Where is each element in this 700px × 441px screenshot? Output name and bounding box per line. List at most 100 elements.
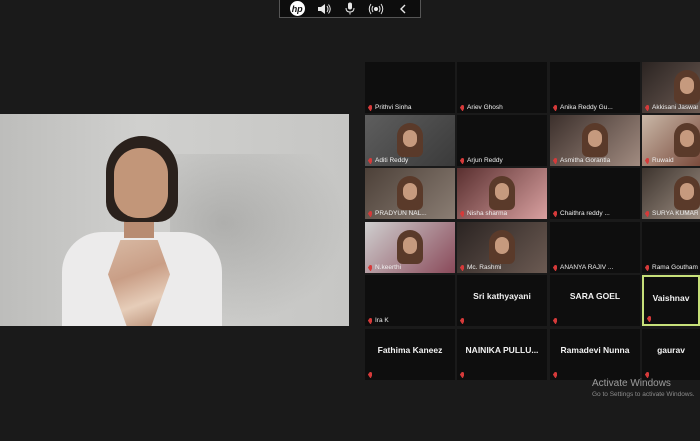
participant-name-bar: Prithvi Sinha [368, 104, 453, 111]
participant-name-bar: Chaithra reddy ... [553, 210, 638, 217]
participant-figure [397, 176, 423, 210]
participant-name: Ariev Ghosh [467, 104, 503, 111]
muted-mic-icon [645, 264, 650, 271]
participant-face [403, 237, 417, 254]
participant-name-bar: Asmitha Gorantla [553, 157, 638, 164]
participant-name-bar: Ruwaid [645, 157, 698, 164]
participant-tile[interactable]: Chaithra reddy ... [550, 168, 640, 219]
participant-tile[interactable]: NAINIKA PULLU... [457, 329, 547, 380]
participant-name-bar: Rama Gouthami [645, 264, 698, 271]
participant-display-name: NAINIKA PULLU... [465, 345, 539, 355]
participant-name: Ruwaid [652, 157, 674, 164]
participant-tile[interactable]: Rama Gouthami [642, 222, 700, 273]
meeting-toolbar: hp [279, 0, 421, 18]
muted-mic-icon [647, 316, 652, 322]
participant-name: ANANYA RAJIV ... [560, 264, 614, 271]
participant-tile[interactable]: ANANYA RAJIV ... [550, 222, 640, 273]
broadcast-icon[interactable] [367, 2, 385, 16]
participant-name-bar: Akkisani Jaswan... [645, 104, 698, 111]
participant-name: Ira K [375, 317, 389, 324]
participant-name: Akkisani Jaswan... [652, 104, 698, 111]
participant-tile[interactable]: Aditi Reddy [365, 115, 455, 166]
speaker-face [114, 148, 168, 218]
active-speaker-video[interactable] [0, 114, 349, 326]
participant-name: Rama Gouthami [652, 264, 698, 271]
participant-name-bar: Anika Reddy Gu... [553, 104, 638, 111]
participant-tile[interactable]: Ruwaid [642, 115, 700, 166]
muted-mic-icon [368, 264, 373, 271]
participant-tile[interactable]: Ramadevi Nunna [550, 329, 640, 380]
chevron-left-icon[interactable] [394, 2, 412, 16]
participant-tile[interactable]: PRADYUN NAL... [365, 168, 455, 219]
participant-name: Prithvi Sinha [375, 104, 412, 111]
watermark-subtitle: Go to Settings to activate Windows. [592, 391, 695, 398]
participant-tile[interactable]: Ira K [365, 275, 455, 326]
participant-name-bar: PRADYUN NAL... [368, 210, 453, 217]
muted-mic-icon [645, 157, 650, 164]
microphone-icon[interactable] [341, 2, 359, 16]
participant-tile[interactable]: Anika Reddy Gu... [550, 62, 640, 113]
participant-name: SURYA KUMARI... [652, 210, 698, 217]
participant-tile[interactable]: SURYA KUMARI... [642, 168, 700, 219]
participant-tile[interactable]: Vaishnav [642, 275, 700, 326]
participant-tile[interactable]: Arjun Reddy [457, 115, 547, 166]
participant-tile[interactable]: Fathima Kaneez [365, 329, 455, 380]
hp-logo-icon[interactable]: hp [288, 1, 306, 16]
participant-name-bar: N.keerthi [368, 264, 453, 271]
muted-mic-icon [368, 210, 373, 217]
participant-tile[interactable]: N.keerthi [365, 222, 455, 273]
participant-figure [489, 176, 515, 210]
participant-name: Aditi Reddy [375, 157, 409, 164]
participant-name-bar: ANANYA RAJIV ... [553, 264, 638, 271]
participant-name: Arjun Reddy [467, 157, 503, 164]
participant-display-name: Ramadevi Nunna [560, 345, 630, 355]
participant-display-name: Sri kathyayani [473, 291, 531, 301]
participant-tile[interactable]: Mc. Rashmi [457, 222, 547, 273]
muted-mic-icon [460, 318, 465, 324]
participant-tile[interactable]: Akkisani Jaswan... [642, 62, 700, 113]
participant-face [680, 77, 694, 94]
muted-mic-icon [553, 318, 558, 324]
muted-mic-icon [368, 157, 373, 164]
participant-display-name: SARA GOEL [569, 291, 621, 301]
participant-tile[interactable]: Sri kathyayani [457, 275, 547, 326]
muted-mic-icon [553, 372, 558, 378]
participant-figure [674, 70, 700, 104]
participant-face [403, 183, 417, 200]
participant-figure [582, 123, 608, 157]
participant-face [495, 237, 509, 254]
participant-tile[interactable]: Prithvi Sinha [365, 62, 455, 113]
participant-name: N.keerthi [375, 264, 402, 271]
muted-mic-icon [460, 157, 465, 164]
participant-name: Asmitha Gorantla [560, 157, 611, 164]
muted-mic-icon [645, 104, 650, 111]
participant-name-bar: Nisha sharma [460, 210, 545, 217]
hp-logo: hp [289, 1, 305, 16]
participant-display-name: gaurav [657, 345, 685, 355]
participant-tile[interactable]: Nisha sharma [457, 168, 547, 219]
watermark-title: Activate Windows [592, 378, 671, 389]
participant-name-bar [368, 372, 453, 378]
participant-name-bar: Ariev Ghosh [460, 104, 545, 111]
participant-tile[interactable]: Ariev Ghosh [457, 62, 547, 113]
participant-tile[interactable]: gaurav [642, 329, 700, 380]
activate-windows-watermark: Activate Windows Go to Settings to activ… [592, 378, 695, 398]
participant-face [680, 183, 694, 200]
participant-figure [674, 123, 700, 157]
muted-mic-icon [553, 104, 558, 111]
speaker-icon[interactable] [315, 2, 333, 16]
muted-mic-icon [368, 317, 373, 324]
muted-mic-icon [553, 264, 558, 271]
participant-name-bar [647, 316, 696, 322]
muted-mic-icon [460, 104, 465, 111]
participant-name-bar: Aditi Reddy [368, 157, 453, 164]
participant-tile[interactable]: SARA GOEL [550, 275, 640, 326]
muted-mic-icon [553, 210, 558, 217]
participant-name-bar [460, 318, 545, 324]
participant-tile[interactable]: Asmitha Gorantla [550, 115, 640, 166]
participant-name-bar [460, 372, 545, 378]
participant-name: Mc. Rashmi [467, 264, 502, 271]
participant-face [403, 130, 417, 147]
participant-name: PRADYUN NAL... [375, 210, 427, 217]
muted-mic-icon [368, 372, 373, 378]
